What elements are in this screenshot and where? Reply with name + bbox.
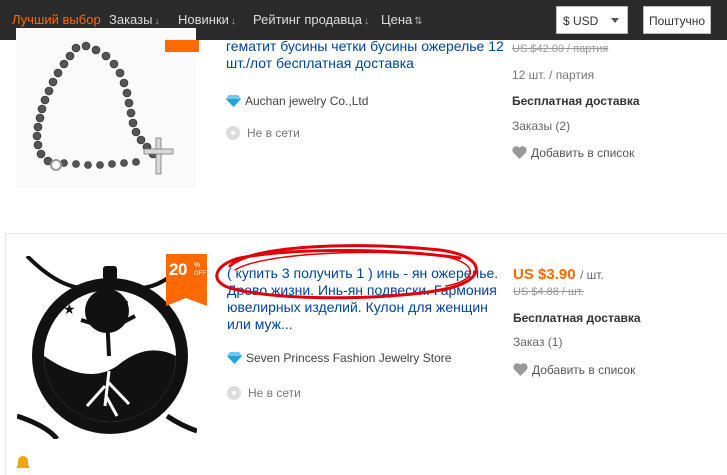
free-shipping-label: Бесплатная доставка xyxy=(512,94,640,108)
orders-count-link[interactable]: Заказы (2) xyxy=(512,119,570,133)
store-link[interactable]: Seven Princess Fashion Jewelry Store xyxy=(227,351,451,365)
store-name: Auchan jewelry Co.,Ltd xyxy=(245,94,369,108)
sort-down-icon: ↓ xyxy=(154,16,160,27)
heart-icon xyxy=(513,363,528,376)
discount-percent-sign: % xyxy=(194,262,201,269)
status-label: Не в сети xyxy=(247,126,300,140)
rosary-image xyxy=(16,28,196,188)
wishlist-label: Добавить в список xyxy=(531,146,635,160)
discount-percent: 20 xyxy=(169,260,187,279)
seller-status[interactable]: Не в сети xyxy=(227,386,301,400)
product-card: ★ 20 % OFF ( купить 3 получить 1 ) инь -… xyxy=(5,233,727,475)
product-card: гематит бусины четки бусины ожерелье 12 … xyxy=(5,28,727,200)
discount-badge: 20 % OFF xyxy=(166,254,207,306)
product-image-rosary[interactable] xyxy=(16,28,196,188)
add-to-wishlist-button[interactable]: Добавить в список xyxy=(513,363,635,377)
free-shipping-label: Бесплатная доставка xyxy=(513,311,641,325)
add-to-wishlist-button[interactable]: Добавить в список xyxy=(512,146,634,160)
price-value: US $3.90 xyxy=(513,266,576,283)
orders-count-link[interactable]: Заказ (1) xyxy=(513,335,562,349)
svg-text:★: ★ xyxy=(63,301,76,317)
sort-price[interactable]: Цена ⇅ xyxy=(381,12,423,27)
store-name: Seven Princess Fashion Jewelry Store xyxy=(246,351,452,365)
seller-status[interactable]: Не в сети xyxy=(226,126,300,140)
current-price: US $3.90 / шт. xyxy=(513,266,604,284)
discount-badge xyxy=(165,40,199,52)
diamond-icon xyxy=(227,352,242,364)
product-title-link[interactable]: ( купить 3 получить 1 ) инь - ян ожерель… xyxy=(227,265,507,333)
heart-icon xyxy=(512,146,527,159)
sort-orders[interactable]: Заказы ↓ xyxy=(109,12,159,27)
price-unit: / шт. xyxy=(580,268,604,282)
currency-select[interactable]: $ USD xyxy=(556,6,628,34)
sort-best-match[interactable]: Лучший выбор xyxy=(12,12,101,27)
original-price: US $42.00 / партия xyxy=(512,43,609,55)
per-piece-button[interactable]: Поштучно xyxy=(643,6,711,34)
chevron-down-icon xyxy=(611,18,619,23)
diamond-icon xyxy=(226,95,241,107)
sort-newest[interactable]: Новинки ↓ xyxy=(178,12,236,27)
status-label: Не в сети xyxy=(248,386,301,400)
sort-down-icon: ↓ xyxy=(363,16,369,27)
bell-icon[interactable] xyxy=(17,456,29,469)
chat-offline-icon xyxy=(227,386,241,400)
currency-value: $ USD xyxy=(563,14,599,28)
discount-off-label: OFF xyxy=(194,271,206,277)
store-link[interactable]: Auchan jewelry Co.,Ltd xyxy=(226,94,368,108)
sort-updown-icon: ⇅ xyxy=(414,16,423,27)
lot-info: 12 шт. / партия xyxy=(512,68,595,82)
wishlist-label: Добавить в список xyxy=(532,363,636,377)
sort-down-icon: ↓ xyxy=(230,16,236,27)
chat-offline-icon xyxy=(226,126,240,140)
sort-seller-rating[interactable]: Рейтинг продавца ↓ xyxy=(253,12,369,27)
product-title-link[interactable]: гематит бусины четки бусины ожерелье 12 … xyxy=(226,38,506,72)
original-price: US $4.88 / шт. xyxy=(513,286,584,298)
